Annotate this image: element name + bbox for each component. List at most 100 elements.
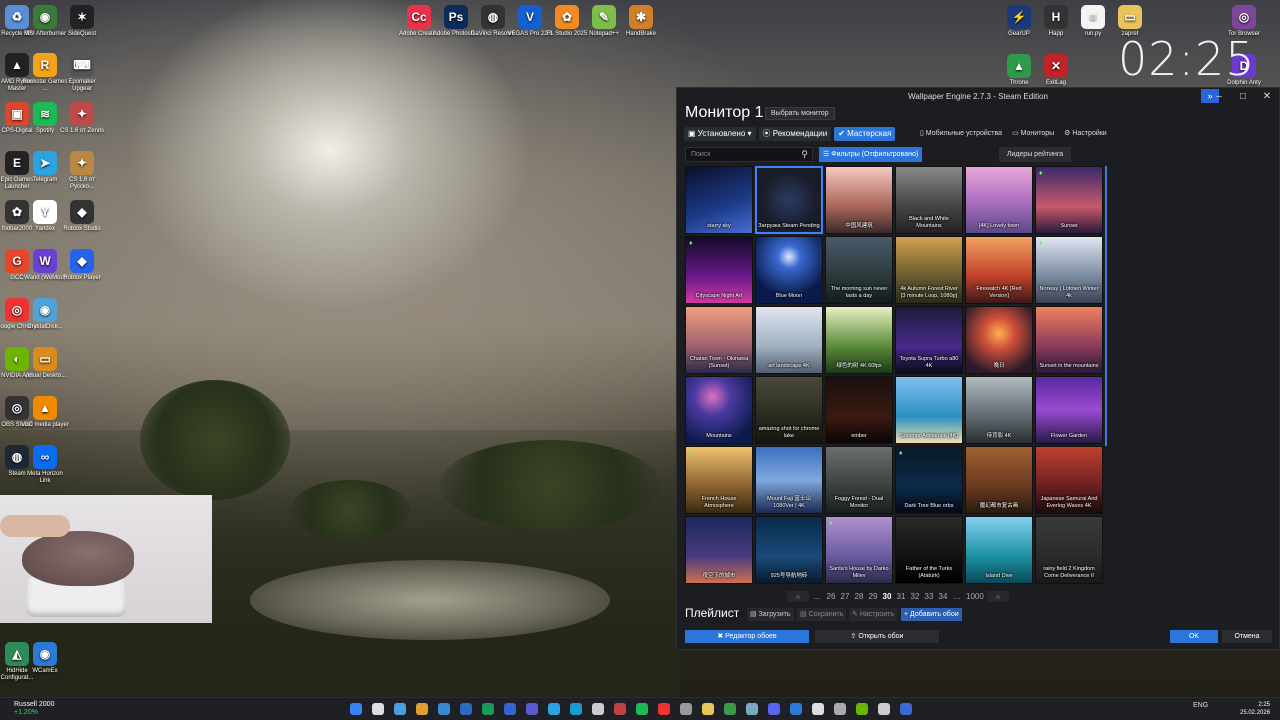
wallpaper-tile[interactable]: ember xyxy=(825,376,893,444)
wallpaper-tile[interactable]: Firewatch 4K [Red Version] xyxy=(965,236,1033,304)
wallpaper-tile[interactable]: Загрузка Steam Pending xyxy=(755,166,823,234)
desktop-icon[interactable]: ◉ CrystalDisk... xyxy=(21,298,69,331)
stock-widget[interactable]: Russell 2000 +1.20% xyxy=(14,701,54,717)
wallpaper-tile[interactable]: 4k Autumn Forest River [3 minute Loop, 1… xyxy=(895,236,963,304)
minimize-icon[interactable]: – xyxy=(1207,88,1231,105)
wallpaper-tile[interactable]: Sunset in the mountains xyxy=(1035,306,1103,374)
page-link[interactable]: ... xyxy=(811,591,823,602)
taskbar-app-icon[interactable] xyxy=(438,703,450,715)
desktop-icon[interactable]: ▲ VLC media player xyxy=(21,396,69,429)
taskbar-app-icon[interactable] xyxy=(460,703,472,715)
wallpaper-tile[interactable]: starry sky xyxy=(685,166,753,234)
wallpaper-tile[interactable]: Toyota Supra Turbo a80 4K xyxy=(895,306,963,374)
desktop-icon[interactable]: ⌨ Epomaker Upgear xyxy=(58,53,106,93)
desktop-icon[interactable]: ◆ Roblox Player xyxy=(58,249,106,282)
taskbar-app-icon[interactable] xyxy=(504,703,516,715)
taskbar-app-icon[interactable] xyxy=(570,703,582,715)
wallpaper-tile[interactable]: 中国风建筑 xyxy=(825,166,893,234)
taskbar-app-icon[interactable] xyxy=(680,703,692,715)
wallpaper-tile[interactable]: Blue Moon xyxy=(755,236,823,304)
taskbar-app-icon[interactable] xyxy=(636,703,648,715)
wallpaper-tile[interactable]: rainy field 2 Kingdom Come Deliverance I… xyxy=(1035,516,1103,584)
taskbar-app-icon[interactable] xyxy=(394,703,406,715)
taskbar-app-icon[interactable] xyxy=(658,703,670,715)
leaderboard-button[interactable]: Лидеры рейтинга xyxy=(999,147,1071,162)
wallpaper-tile[interactable]: Mount Fuji 富士山 1080Ver | 4K xyxy=(755,446,823,514)
page-link[interactable]: 34 xyxy=(937,591,949,602)
wallpaper-tile[interactable]: The morning sun never lasts a day xyxy=(825,236,893,304)
wallpaper-tile[interactable]: 侍背影 4K xyxy=(965,376,1033,444)
wallpaper-tile[interactable]: Black and White Mountains xyxy=(895,166,963,234)
taskbar-app-icon[interactable] xyxy=(526,703,538,715)
wallpaper-tile[interactable]: ♦ Cityscape Night Art xyxy=(685,236,753,304)
wallpaper-tile[interactable]: ♦ Santa's House by Darko Milev xyxy=(825,516,893,584)
page-link[interactable]: 33 xyxy=(923,591,935,602)
taskbar-app-icon[interactable] xyxy=(482,703,494,715)
playlist-save-button[interactable]: ▤ Сохранить xyxy=(797,608,847,621)
taskbar-app-icon[interactable] xyxy=(878,703,890,715)
taskbar-app-icon[interactable] xyxy=(856,703,868,715)
cancel-button[interactable]: Отмена xyxy=(1222,630,1272,643)
taskbar-app-icon[interactable] xyxy=(834,703,846,715)
language-indicator[interactable]: ENG xyxy=(1193,702,1208,709)
taskbar-app-icon[interactable] xyxy=(812,703,824,715)
page-link[interactable]: 31 xyxy=(895,591,907,602)
taskbar-app-icon[interactable] xyxy=(702,703,714,715)
desktop-icon[interactable]: ✕ ExitLag xyxy=(1032,54,1080,87)
taskbar-app-icon[interactable] xyxy=(416,703,428,715)
desktop-icon[interactable]: ∞ Meta Horizon Link xyxy=(21,445,69,485)
playlist-load-button[interactable]: ▤ Загрузить xyxy=(747,608,794,621)
add-wallpaper-button[interactable]: + Добавить обои xyxy=(901,608,962,621)
taskbar-app-icon[interactable] xyxy=(724,703,736,715)
wallpaper-tile[interactable]: 魔幻都市复古画 xyxy=(965,446,1033,514)
tab-settings[interactable]: ⚙ Настройки xyxy=(1061,127,1110,141)
wallpaper-tile[interactable]: Japanese Samurai And Everlog Waves 4K xyxy=(1035,446,1103,514)
wallpaper-tile[interactable]: 绿色的树 4K 60fps xyxy=(825,306,893,374)
page-link[interactable]: 26 xyxy=(825,591,837,602)
open-wallpaper-button[interactable]: ⇪ Открыть обои xyxy=(815,630,939,643)
wallpaper-tile[interactable]: Father of the Turks (Atatürk) xyxy=(895,516,963,584)
taskbar-app-icon[interactable] xyxy=(614,703,626,715)
wallpaper-tile[interactable]: ♦ Norway | Lofoten Winter 4k xyxy=(1035,236,1103,304)
page-link[interactable]: 30 xyxy=(881,591,893,602)
wallpaper-tile[interactable]: Island Dive xyxy=(965,516,1033,584)
select-monitor-button[interactable]: Выбрать монитор xyxy=(765,107,835,120)
wallpaper-tile[interactable]: Flower Garden xyxy=(1035,376,1103,444)
wallpaper-tile[interactable]: ♦ Sunset xyxy=(1035,166,1103,234)
desktop-icon[interactable]: ✶ SideQuest xyxy=(58,5,106,38)
search-input[interactable]: Поиск ⚲ xyxy=(685,147,813,162)
wallpaper-editor-button[interactable]: ✖ Редактор обоев xyxy=(685,630,809,643)
search-icon[interactable]: ⚲ xyxy=(801,148,808,161)
wallpaper-tile[interactable]: Chatan Town - Okinawa (Sunset) xyxy=(685,306,753,374)
maximize-icon[interactable]: □ xyxy=(1231,88,1255,105)
taskbar-app-icon[interactable] xyxy=(350,703,362,715)
desktop-icon[interactable]: ✱ HandBrake xyxy=(617,5,665,38)
taskbar-app-icon[interactable] xyxy=(746,703,758,715)
playlist-configure-button[interactable]: ✎ Настроить xyxy=(849,608,898,621)
desktop-icon[interactable]: ✦ CS 1.6 от Zenits xyxy=(58,102,106,135)
page-link[interactable]: 28 xyxy=(853,591,865,602)
page-link[interactable]: 32 xyxy=(909,591,921,602)
close-icon[interactable]: ✕ xyxy=(1255,88,1279,105)
desktop-icon[interactable]: ◉ WCamEx xyxy=(21,642,69,675)
page-link[interactable]: 1000 xyxy=(965,591,985,602)
wallpaper-tile[interactable]: ♦ French House Atmosphere xyxy=(685,446,753,514)
wallpaper-tile[interactable]: ♦ Dark Tree Blue orbs xyxy=(895,446,963,514)
desktop-icon[interactable]: ▭ Virtual Deskto... xyxy=(21,347,69,380)
wallpaper-tile[interactable]: 夜空下的城市 xyxy=(685,516,753,584)
desktop-icon[interactable]: ✦ CS 1.6 от Русско... xyxy=(58,151,106,191)
taskbar-app-icon[interactable] xyxy=(372,703,384,715)
wallpaper-tile[interactable]: 925号导航地砖 xyxy=(755,516,823,584)
wallpaper-tile[interactable]: Summer Ambience [4K] xyxy=(895,376,963,444)
tab-monitors[interactable]: ▭ Мониторы xyxy=(1009,127,1057,141)
wallpaper-tile[interactable]: [4K] Lovely town xyxy=(965,166,1033,234)
tab-installed[interactable]: ▣ Установлено ▾ xyxy=(684,127,756,141)
ok-button[interactable]: OK xyxy=(1170,630,1218,643)
taskbar-app-icon[interactable] xyxy=(592,703,604,715)
desktop-icon[interactable]: ◆ Roblox Studio xyxy=(58,200,106,233)
page-link[interactable]: ... xyxy=(951,591,963,602)
filters-button[interactable]: ☰ Фильтры (Отфильтровано) xyxy=(819,147,923,162)
wallpaper-tile[interactable]: amazing shot for chrome lake xyxy=(755,376,823,444)
grid-scrollbar[interactable] xyxy=(1105,166,1107,446)
wallpaper-tile[interactable]: Foggy Forest - Dual Monitor xyxy=(825,446,893,514)
